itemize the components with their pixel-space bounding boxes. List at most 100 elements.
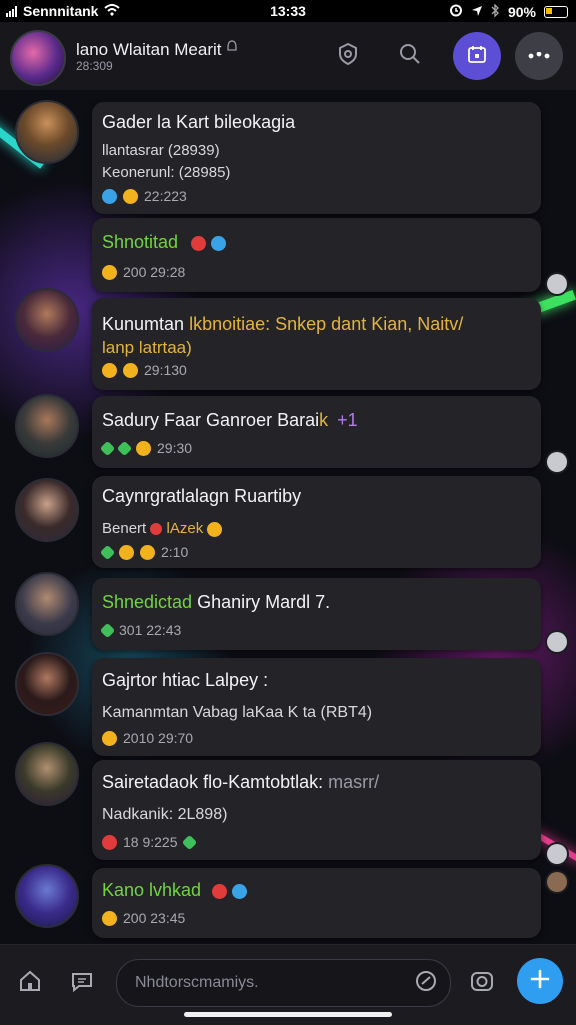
message-title: Sairetadaok flo-Kamtobtlak: masrr/ — [102, 772, 379, 793]
new-message-button[interactable] — [517, 958, 563, 1004]
message-line: lanp latrtaa) — [102, 338, 192, 357]
camera-button[interactable] — [464, 965, 500, 1001]
message-text: k — [319, 410, 329, 430]
message-title: Kunumtan lkbnoitiae: Snkep dant Kian, Na… — [102, 314, 463, 335]
sticker-button[interactable] — [412, 969, 440, 997]
group-avatar[interactable] — [10, 30, 66, 86]
avatar[interactable] — [15, 572, 79, 636]
avatar[interactable] — [15, 864, 79, 928]
home-indicator[interactable] — [184, 1012, 392, 1017]
timestamp: 29:30 — [157, 440, 193, 456]
emoji-icon — [102, 834, 117, 850]
chat-title[interactable]: lano Wlaitan Mearit — [76, 39, 238, 60]
message-meta: 29:130 — [102, 362, 187, 378]
timestamp: 29:130 — [144, 362, 187, 378]
reaction-badge[interactable] — [547, 872, 567, 892]
emoji-icon — [191, 235, 207, 251]
timestamp: 301 22:43 — [119, 622, 182, 638]
message-bubble[interactable]: Caynrgratlalagn Ruartiby Benert lAzek 2:… — [92, 476, 541, 568]
chat-icon — [69, 968, 95, 999]
sender-name: Shnedictad — [102, 592, 193, 612]
emoji-icon — [102, 362, 117, 378]
emoji-icon — [136, 440, 151, 456]
message-title: Shnedictad Ghaniry Mardl 7. — [102, 592, 330, 613]
message-text: lAzek — [166, 520, 204, 537]
message-input-box[interactable] — [116, 959, 451, 1007]
chat-header: lano Wlaitan Mearit 28:309 — [0, 22, 576, 90]
shield-button[interactable] — [328, 36, 368, 76]
calendar-icon — [467, 44, 487, 69]
message-title: Caynrgratlalagn Ruartiby — [102, 486, 302, 506]
avatar[interactable] — [15, 742, 79, 806]
message-text: masrr/ — [328, 772, 380, 792]
message-bubble[interactable]: Gajrtor htiac Lalpey : Kamanmtan Vabag l… — [92, 658, 541, 756]
reaction-badge[interactable] — [547, 274, 567, 294]
emoji-icon — [102, 730, 117, 746]
sender-name: Kano lvhkad — [102, 880, 202, 900]
plus-icon — [529, 968, 551, 995]
sticker-icon — [414, 969, 438, 998]
message-meta: 18 9:225 — [102, 834, 197, 850]
timestamp: 200 29:28 — [123, 264, 186, 280]
more-icon — [527, 47, 551, 65]
message-title: Gajrtor htiac Lalpey : — [102, 670, 269, 690]
chat-button[interactable] — [64, 965, 100, 1001]
emoji-icon — [102, 264, 117, 280]
timestamp: 22:223 — [144, 188, 187, 204]
sender-name: Sairetadaok flo-Kamtobtlak: — [102, 772, 324, 792]
message-title: Shnotitad — [102, 232, 227, 253]
gem-icon — [99, 544, 116, 560]
home-icon — [17, 968, 43, 999]
battery-percent: 90% — [507, 3, 536, 20]
timestamp: 2010 29:70 — [123, 730, 194, 746]
home-button[interactable] — [12, 965, 48, 1001]
battery-icon — [544, 5, 568, 18]
location-icon — [471, 4, 483, 20]
message-bubble[interactable]: Shnedictad Ghaniry Mardl 7. 301 22:43 — [92, 578, 541, 650]
calendar-button[interactable] — [453, 32, 501, 80]
message-input[interactable] — [133, 968, 407, 998]
message-text: Ghaniry Mardl 7. — [197, 592, 331, 612]
gem-icon — [99, 622, 116, 638]
emoji-icon — [123, 188, 138, 204]
avatar[interactable] — [15, 394, 79, 458]
message-meta: 200 29:28 — [102, 264, 185, 280]
emoji-icon — [123, 362, 138, 378]
avatar[interactable] — [15, 100, 79, 164]
timestamp: 18 9:225 — [123, 834, 178, 850]
reaction-badge[interactable] — [547, 452, 567, 472]
message-line: Keonerunl: (28985) — [102, 164, 231, 181]
message-text: Benert — [102, 520, 147, 537]
reaction-badge[interactable] — [547, 632, 567, 652]
message-line: Nadkanik: 2L898) — [102, 806, 228, 823]
more-options-button[interactable] — [515, 32, 563, 80]
search-icon — [399, 43, 421, 70]
emoji-icon — [150, 523, 163, 536]
message-bubble[interactable]: Sairetadaok flo-Kamtobtlak: masrr/ Nadka… — [92, 760, 541, 860]
avatar[interactable] — [15, 652, 79, 716]
message-text: lkbnoitiae: Snkep dant Kian, Naitv/ — [189, 314, 464, 334]
avatar[interactable] — [15, 288, 79, 352]
message-bubble[interactable]: Kunumtan lkbnoitiae: Snkep dant Kian, Na… — [92, 298, 541, 390]
gem-icon — [181, 834, 197, 850]
badge-count: +1 — [337, 410, 358, 430]
avatar[interactable] — [15, 478, 79, 542]
message-meta: 301 22:43 — [99, 622, 182, 638]
sender-name: Shnotitad — [102, 232, 179, 252]
message-bubble[interactable]: Kano lvhkad 200 23:45 — [92, 868, 541, 938]
message-bubble[interactable]: Gader la Kart bileokagia llantasrar (289… — [92, 102, 541, 214]
reaction-badge[interactable] — [547, 844, 567, 864]
message-line: llantasrar (28939) — [102, 142, 220, 159]
message-title: Sadury Faar Ganroer Baraik +1 — [102, 410, 358, 431]
camera-icon — [469, 968, 495, 999]
emoji-icon — [119, 544, 134, 560]
status-bar: Sennnitank 13:33 90% — [0, 0, 576, 22]
emoji-icon — [212, 883, 228, 899]
message-bubble[interactable]: Sadury Faar Ganroer Baraik +1 29:30 — [92, 396, 541, 468]
message-bubble[interactable]: Shnotitad 200 29:28 — [92, 218, 541, 292]
search-button[interactable] — [390, 36, 430, 76]
timestamp: 200 23:45 — [123, 910, 186, 926]
emoji-icon — [211, 235, 227, 251]
emoji-icon — [207, 521, 223, 537]
emoji-icon — [102, 910, 117, 926]
